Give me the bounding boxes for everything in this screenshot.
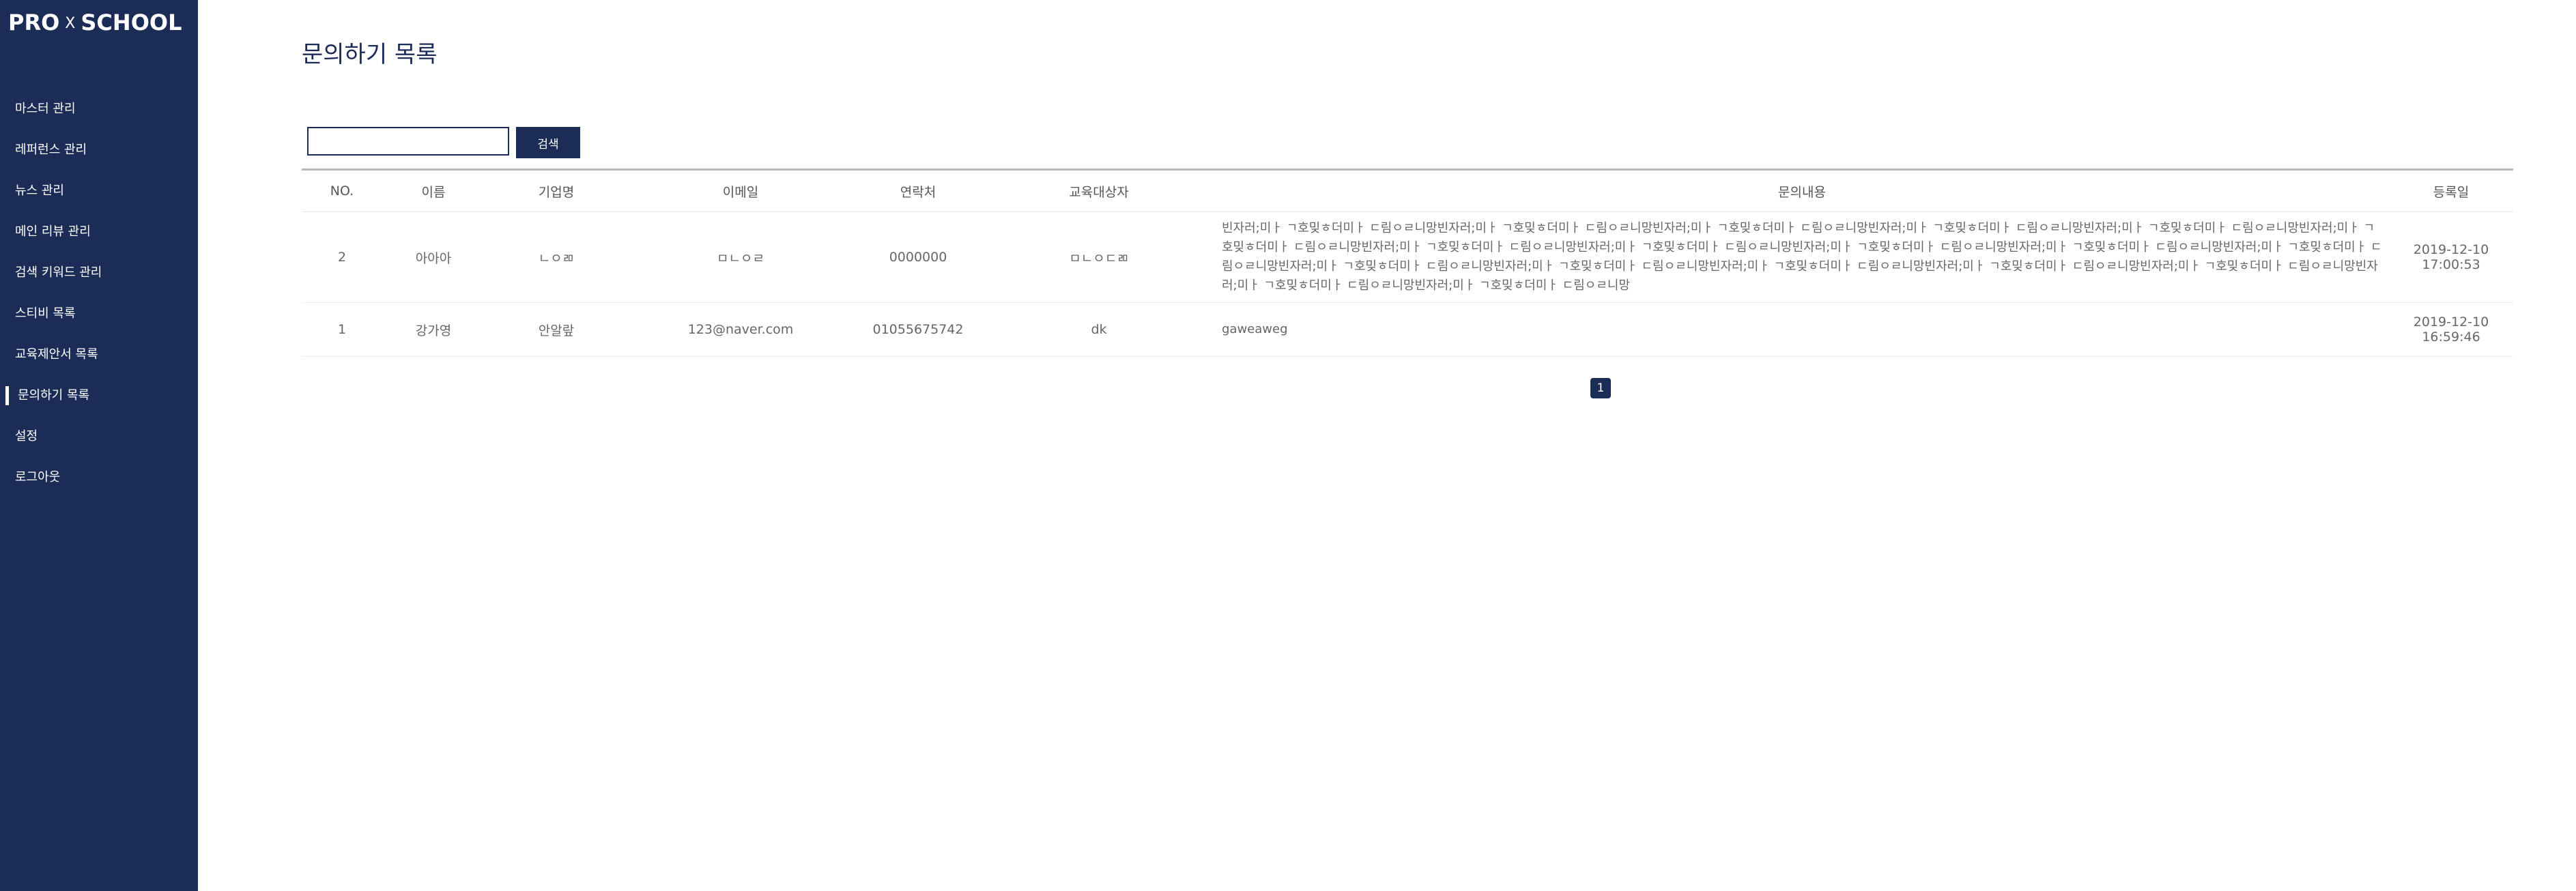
- header-phone: 연락처: [853, 169, 983, 212]
- table-row[interactable]: 2 아아아 ㄴㅇㄻ ㅁㄴㅇㄹ 0000000 ㅁㄴㅇㄷㄻ 빈자러;미ㅏ ㄱ호밎ㅎ…: [302, 211, 2513, 303]
- brand-logo[interactable]: PRO X SCHOOL: [8, 10, 182, 35]
- table-header: NO. 이름 기업명 이메일 연락처 교육대상자 문의내용 등록일: [302, 169, 2513, 212]
- cell-name: 아아아: [382, 211, 485, 303]
- header-no: NO.: [302, 169, 382, 212]
- search-input[interactable]: [307, 127, 509, 156]
- cell-no: 1: [302, 302, 382, 357]
- table-row[interactable]: 1 강가영 안알랖 123@naver.com 01055675742 dk g…: [302, 302, 2513, 357]
- sidebar-item-search-keyword[interactable]: 검색 키워드 관리: [0, 252, 198, 293]
- cell-target: dk: [983, 302, 1215, 357]
- sidebar: PRO X SCHOOL 마스터 관리 레퍼런스 관리 뉴스 관리 메인 리뷰 관리…: [0, 0, 198, 891]
- logo-x-text: X: [65, 15, 76, 32]
- header-email: 이메일: [628, 169, 853, 212]
- inquiry-table: NO. 이름 기업명 이메일 연락처 교육대상자 문의내용 등록일 2 아아아 …: [302, 169, 2513, 357]
- cell-date: 2019-12-10 17:00:53: [2389, 211, 2513, 303]
- logo-right-text: SCHOOL: [81, 10, 182, 35]
- sidebar-item-reference[interactable]: 레퍼런스 관리: [0, 130, 198, 171]
- header-company: 기업명: [485, 169, 628, 212]
- cell-target: ㅁㄴㅇㄷㄻ: [983, 211, 1215, 303]
- main-content: 문의하기 목록 검색 NO. 이름 기업명 이메일 연락처 교육대상자 문의내용…: [198, 0, 2576, 891]
- header-name: 이름: [382, 169, 485, 212]
- sidebar-menu: 마스터 관리 레퍼런스 관리 뉴스 관리 메인 리뷰 관리 검색 키워드 관리 …: [0, 89, 198, 498]
- sidebar-item-settings[interactable]: 설정: [0, 416, 198, 457]
- sidebar-item-inquiry[interactable]: 문의하기 목록: [0, 375, 198, 416]
- cell-email: ㅁㄴㅇㄹ: [628, 211, 853, 303]
- cell-content: gaweaweg: [1215, 302, 2389, 357]
- sidebar-item-logout[interactable]: 로그아웃: [0, 457, 198, 498]
- cell-company: ㄴㅇㄻ: [485, 211, 628, 303]
- logo-left-text: PRO: [8, 10, 60, 35]
- cell-phone: 0000000: [853, 211, 983, 303]
- header-target: 교육대상자: [983, 169, 1215, 212]
- cell-content: 빈자러;미ㅏ ㄱ호밎ㅎ더미ㅏ ㄷ림ㅇㄹ니망빈자러;미ㅏ ㄱ호밎ㅎ더미ㅏ ㄷ림ㅇㄹ…: [1215, 211, 2389, 303]
- page-title: 문의하기 목록: [302, 41, 438, 68]
- search-button[interactable]: 검색: [516, 127, 580, 158]
- sidebar-item-proposal[interactable]: 교육제안서 목록: [0, 334, 198, 375]
- cell-name: 강가영: [382, 302, 485, 357]
- cell-email: 123@naver.com: [628, 302, 853, 357]
- cell-company: 안알랖: [485, 302, 628, 357]
- sidebar-item-news[interactable]: 뉴스 관리: [0, 171, 198, 211]
- sidebar-item-master[interactable]: 마스터 관리: [0, 89, 198, 130]
- sidebar-item-main-review[interactable]: 메인 리뷰 관리: [0, 211, 198, 252]
- header-date: 등록일: [2389, 169, 2513, 212]
- sidebar-item-stibee[interactable]: 스티비 목록: [0, 293, 198, 334]
- cell-no: 2: [302, 211, 382, 303]
- cell-date: 2019-12-10 16:59:46: [2389, 302, 2513, 357]
- pagination-page-1[interactable]: 1: [1590, 378, 1611, 398]
- cell-phone: 01055675742: [853, 302, 983, 357]
- header-content: 문의내용: [1215, 169, 2389, 212]
